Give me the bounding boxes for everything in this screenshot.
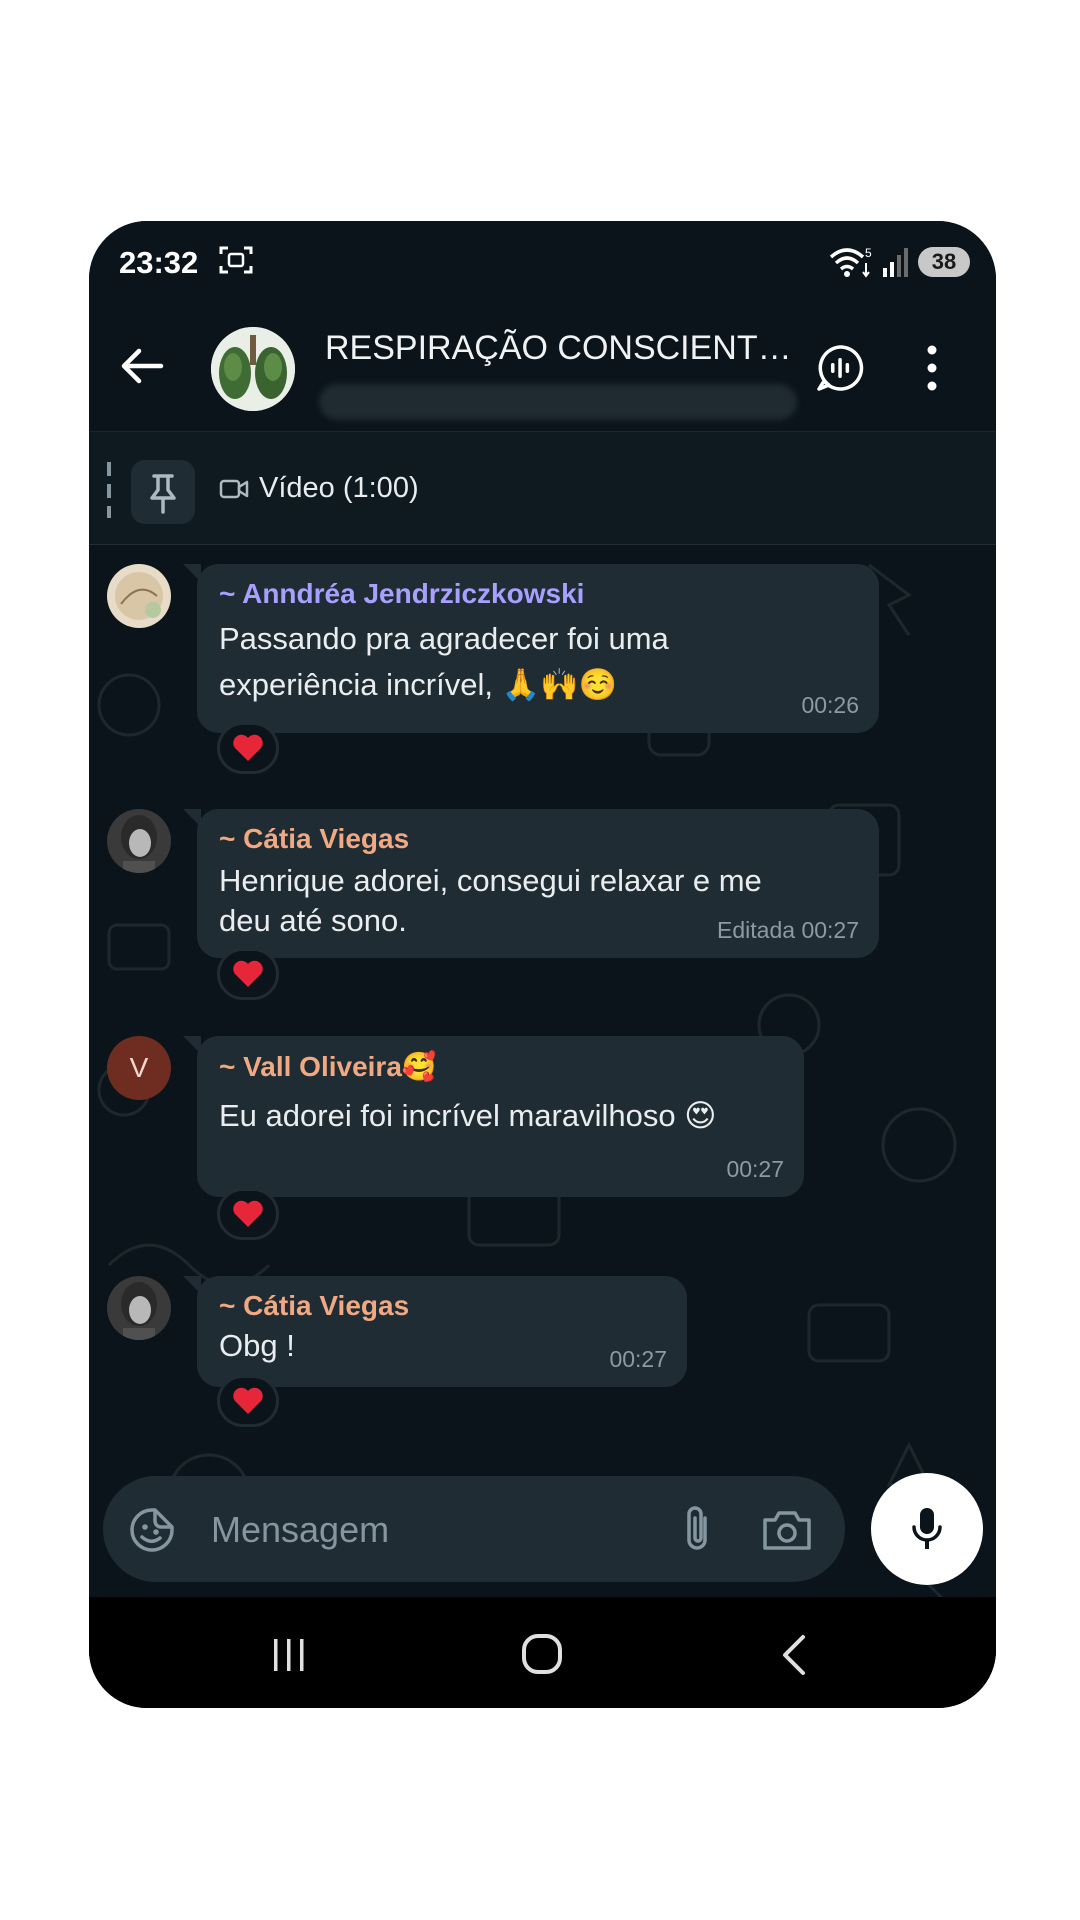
wifi-icon: 5 bbox=[829, 246, 872, 278]
bubble-tail bbox=[183, 1036, 201, 1054]
message-text-line: experiência incrível, 🙏🙌☺️ bbox=[219, 667, 618, 702]
reaction-badge[interactable] bbox=[217, 1375, 279, 1427]
message-text-line: Passando pra agradecer foi uma bbox=[219, 621, 669, 656]
phone-screen: 23:32 5 38 RESPIRAÇÃO CONSCIENTE... Víde… bbox=[89, 221, 996, 1708]
mic-button[interactable] bbox=[871, 1473, 983, 1585]
recents-icon[interactable] bbox=[269, 1635, 309, 1675]
chat-header: RESPIRAÇÃO CONSCIENTE... bbox=[89, 301, 996, 432]
reaction-badge[interactable] bbox=[217, 948, 279, 1000]
message-bubble[interactable]: ~ Cátia Viegas Obg ! 00:27 bbox=[183, 1276, 687, 1387]
sender-name[interactable]: ~ Cátia Viegas bbox=[219, 1290, 667, 1322]
message-text: Passando pra agradecer foi uma experiênc… bbox=[219, 616, 859, 708]
bubble-tail bbox=[183, 1276, 201, 1294]
sender-avatar[interactable] bbox=[107, 809, 171, 873]
pinned-indicator bbox=[107, 462, 111, 518]
edited-label: Editada bbox=[717, 917, 796, 943]
bubble-tail bbox=[183, 564, 201, 582]
message-text-line: Henrique adorei, consegui relaxar e me bbox=[219, 863, 762, 898]
message-time: 00:27 bbox=[726, 1156, 784, 1182]
sender-name[interactable]: ~ Vall Oliveira🥰 bbox=[219, 1050, 784, 1083]
camera-icon[interactable] bbox=[761, 1506, 813, 1554]
video-icon bbox=[219, 479, 249, 498]
android-nav-bar bbox=[89, 1597, 996, 1708]
message-text: Obg ! bbox=[219, 1328, 295, 1363]
message-bubble[interactable]: ~ Anndréa Jendrziczkowski Passando pra a… bbox=[183, 564, 879, 733]
voice-chat-icon[interactable] bbox=[815, 343, 865, 393]
reaction-badge[interactable] bbox=[217, 1188, 279, 1240]
message-meta: Editada 00:27 bbox=[717, 917, 859, 944]
lungs-image bbox=[211, 327, 295, 411]
avatar-image bbox=[107, 1276, 171, 1340]
battery-indicator: 38 bbox=[918, 247, 970, 277]
status-time: 23:32 bbox=[119, 245, 199, 280]
message-bubble[interactable]: ~ Cátia Viegas Henrique adorei, consegui… bbox=[183, 809, 879, 958]
pinned-content: Vídeo (1:00) bbox=[219, 472, 419, 505]
group-title[interactable]: RESPIRAÇÃO CONSCIENTE... bbox=[325, 329, 795, 368]
status-bar: 23:32 5 38 bbox=[89, 221, 996, 301]
pinned-label: Vídeo (1:00) bbox=[259, 472, 419, 504]
message-bubble[interactable]: ~ Vall Oliveira🥰 Eu adorei foi incrível … bbox=[183, 1036, 804, 1197]
message-text: Eu adorei foi incrível maravilhoso 😍 bbox=[219, 1098, 717, 1133]
sender-avatar[interactable] bbox=[107, 564, 171, 628]
sticker-icon[interactable] bbox=[129, 1507, 175, 1553]
avatar-image bbox=[107, 564, 171, 628]
bubble-tail bbox=[183, 809, 201, 827]
pin-button[interactable] bbox=[131, 460, 195, 524]
message-input[interactable] bbox=[209, 1498, 633, 1562]
mic-icon bbox=[912, 1508, 942, 1549]
pin-icon bbox=[150, 474, 176, 514]
message-composer bbox=[103, 1476, 845, 1582]
group-avatar[interactable] bbox=[211, 327, 295, 411]
nav-back-icon[interactable] bbox=[779, 1633, 809, 1677]
heart-icon bbox=[233, 960, 263, 987]
signal-icon bbox=[883, 248, 908, 277]
avatar-image bbox=[107, 809, 171, 873]
avatar-letter: V bbox=[129, 1052, 149, 1083]
group-subtitle-blurred bbox=[319, 384, 797, 420]
screenshot-icon bbox=[219, 246, 253, 274]
message-time: 00:26 bbox=[801, 692, 859, 718]
home-icon[interactable] bbox=[519, 1631, 565, 1677]
pinned-message-bar[interactable]: Vídeo (1:00) bbox=[89, 432, 996, 545]
attach-icon[interactable] bbox=[677, 1504, 717, 1554]
heart-icon bbox=[233, 734, 263, 761]
back-arrow-icon[interactable] bbox=[117, 341, 167, 391]
sender-avatar[interactable] bbox=[107, 1276, 171, 1340]
sender-avatar[interactable]: V bbox=[107, 1036, 171, 1100]
wifi-badge: 5 bbox=[865, 246, 872, 260]
status-icons: 5 38 bbox=[828, 245, 970, 279]
more-options-icon[interactable] bbox=[917, 341, 947, 395]
heart-icon bbox=[233, 1387, 263, 1414]
heart-icon bbox=[233, 1200, 263, 1227]
message-time: 00:27 bbox=[609, 1346, 667, 1372]
sender-name[interactable]: ~ Cátia Viegas bbox=[219, 823, 859, 855]
reaction-badge[interactable] bbox=[217, 722, 279, 774]
message-time: 00:27 bbox=[801, 917, 859, 943]
sender-name[interactable]: ~ Anndréa Jendrziczkowski bbox=[219, 578, 859, 610]
